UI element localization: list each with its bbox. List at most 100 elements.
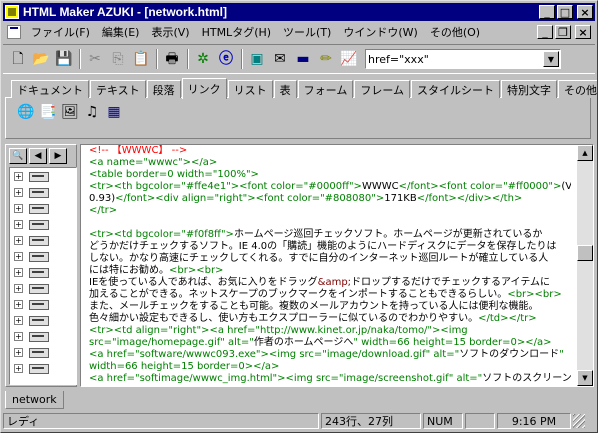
- globe-icon[interactable]: 🌐: [16, 102, 36, 122]
- tree-item[interactable]: +: [10, 360, 76, 376]
- resize-grip[interactable]: [573, 414, 585, 428]
- copy-icon[interactable]: ⎘: [107, 48, 129, 70]
- next-arrow-icon[interactable]: ▶: [49, 148, 67, 164]
- pencil-icon[interactable]: ✏: [315, 48, 337, 70]
- tab-special-chars[interactable]: 特別文字: [501, 80, 558, 98]
- save-icon[interactable]: 💾: [53, 48, 75, 70]
- image-icon[interactable]: ▣: [246, 48, 268, 70]
- editor-text[interactable]: <!-- 【WWWC】 --> <a name="wwwc"></a> <table…: [89, 145, 571, 386]
- editor-area[interactable]: <!-- 【WWWC】 --> <a name="wwwc"></a> <table…: [80, 144, 594, 387]
- child-restore-button[interactable]: ❐: [555, 25, 571, 39]
- expand-icon[interactable]: +: [14, 363, 23, 373]
- title-bar[interactable]: HTML Maker AZUKI - [network.html] _ □ ×: [3, 3, 595, 21]
- tab-form[interactable]: フォーム: [297, 80, 354, 98]
- tab-table[interactable]: 表: [273, 80, 297, 98]
- bookmark-list-icon[interactable]: 📑: [38, 102, 58, 122]
- editor-line[interactable]: 0.93)</font><div align="right"><font col…: [89, 193, 571, 205]
- scroll-down-button[interactable]: ▼: [577, 370, 593, 386]
- tree-item[interactable]: +: [10, 216, 76, 232]
- tree-item[interactable]: +: [10, 280, 76, 296]
- tree-item[interactable]: +: [10, 168, 76, 184]
- editor-line[interactable]: 加えることができる。ネットスケープのブックマークをインポートすることもできるらし…: [89, 289, 571, 301]
- music-note-icon[interactable]: ♫: [82, 102, 102, 122]
- vertical-scrollbar[interactable]: ▲ ▼: [577, 145, 593, 386]
- picture-icon[interactable]: ▦: [104, 102, 124, 122]
- editor-line[interactable]: には特にお勧め。<br><br>: [89, 265, 571, 277]
- child-minimize-button[interactable]: _: [537, 25, 553, 39]
- paste-icon[interactable]: 📋: [130, 48, 152, 70]
- maximize-button[interactable]: □: [557, 5, 573, 19]
- tab-link[interactable]: リンク: [181, 78, 227, 99]
- chevron-down-icon[interactable]: ▼: [543, 51, 559, 67]
- editor-line[interactable]: <table border=0 width="100%">: [89, 169, 571, 181]
- editor-line[interactable]: <tr><td bgcolor="#f0f8ff">ホームページ巡回チェックソフ…: [89, 229, 571, 241]
- prev-arrow-icon[interactable]: ◀: [29, 148, 47, 164]
- expand-icon[interactable]: +: [14, 283, 23, 293]
- tab-list[interactable]: リスト: [227, 80, 273, 98]
- tree-item[interactable]: +: [10, 296, 76, 312]
- tab-frame[interactable]: フレーム: [354, 80, 411, 98]
- menu-html-tags[interactable]: HTMLタグ(H): [196, 22, 277, 42]
- editor-line[interactable]: <a name="wwwc"></a>: [89, 157, 571, 169]
- menu-tools[interactable]: ツール(T): [277, 22, 337, 42]
- editor-line[interactable]: <a href="softimage/wwwc_img.html"><img s…: [89, 373, 571, 385]
- expand-icon[interactable]: +: [14, 171, 23, 181]
- expand-icon[interactable]: +: [14, 315, 23, 325]
- editor-line[interactable]: <!-- 【WWWC】 -->: [89, 145, 571, 157]
- search-combo[interactable]: href="xxx" ▼: [365, 49, 561, 69]
- menu-other[interactable]: その他(O): [424, 22, 486, 42]
- expand-icon[interactable]: +: [14, 347, 23, 357]
- color-image-icon[interactable]: 🖼: [60, 102, 80, 122]
- print-icon[interactable]: 🖶: [161, 48, 183, 70]
- editor-line[interactable]: また、メールチェックをすることも可能。複数のメールアカウントを持っている人には便…: [89, 301, 571, 313]
- chart-icon[interactable]: 📈: [338, 48, 360, 70]
- monitor-icon[interactable]: ▬: [292, 48, 314, 70]
- search-icon[interactable]: 🔍: [9, 148, 27, 164]
- menu-file[interactable]: ファイル(F): [25, 22, 96, 42]
- editor-line[interactable]: width=66 height=15 border=0></a>: [89, 361, 571, 373]
- app-icon[interactable]: [5, 5, 19, 19]
- tree-item[interactable]: +: [10, 248, 76, 264]
- expand-icon[interactable]: +: [14, 187, 23, 197]
- editor-line[interactable]: <tr><th bgcolor="#ffe4e1"><font color="#…: [89, 181, 571, 193]
- tag-tree[interactable]: + + + + + + + + + + + + +: [9, 167, 77, 385]
- editor-line[interactable]: <a href="software/wwwc093.exe"><img src=…: [89, 349, 571, 361]
- scroll-up-button[interactable]: ▲: [577, 145, 593, 161]
- browser-icon[interactable]: ⓔ: [215, 48, 237, 70]
- expand-icon[interactable]: +: [14, 251, 23, 261]
- scroll-thumb[interactable]: [577, 245, 593, 261]
- tab-text[interactable]: テキスト: [90, 80, 146, 98]
- tree-item[interactable]: +: [10, 200, 76, 216]
- search-combo-value[interactable]: href="xxx": [366, 53, 543, 66]
- menu-edit[interactable]: 編集(E): [96, 22, 146, 42]
- minimize-button[interactable]: _: [539, 5, 555, 19]
- open-folder-icon[interactable]: 📂: [30, 48, 52, 70]
- tree-item[interactable]: +: [10, 264, 76, 280]
- expand-icon[interactable]: +: [14, 299, 23, 309]
- expand-icon[interactable]: +: [14, 331, 23, 341]
- tab-document[interactable]: ドキュメント: [11, 80, 89, 98]
- find-icon[interactable]: ✲: [192, 48, 214, 70]
- cut-icon[interactable]: ✂: [84, 48, 106, 70]
- menu-view[interactable]: 表示(V): [145, 22, 195, 42]
- child-close-button[interactable]: ×: [575, 25, 591, 39]
- expand-icon[interactable]: +: [14, 267, 23, 277]
- editor-line[interactable]: </tr>: [89, 205, 571, 217]
- editor-line[interactable]: しない。かなり高速にチェックしてくれる。すでに自分のインターネット巡回ルートが確…: [89, 253, 571, 265]
- tree-item[interactable]: +: [10, 328, 76, 344]
- new-file-icon[interactable]: 🗋: [7, 48, 29, 70]
- tab-paragraph[interactable]: 段落: [146, 80, 181, 98]
- tree-item[interactable]: +: [10, 312, 76, 328]
- expand-icon[interactable]: +: [14, 235, 23, 245]
- tab-other[interactable]: その他: [558, 80, 597, 98]
- mail-icon[interactable]: ✉: [269, 48, 291, 70]
- expand-icon[interactable]: +: [14, 203, 23, 213]
- editor-line[interactable]: src="image/homepage.gif" alt="作者のホームページへ…: [89, 337, 571, 349]
- expand-icon[interactable]: +: [14, 219, 23, 229]
- editor-line[interactable]: <tr><td align="right"><a href="http://ww…: [89, 325, 571, 337]
- close-button[interactable]: ×: [577, 5, 593, 19]
- tab-stylesheet[interactable]: スタイルシート: [411, 80, 501, 98]
- doc-tab-network[interactable]: network: [5, 391, 64, 409]
- editor-line[interactable]: [89, 217, 571, 229]
- editor-line[interactable]: IEを使っている人であれば、お気に入りをドラッグ&amp;ドロップするだけでチェ…: [89, 277, 571, 289]
